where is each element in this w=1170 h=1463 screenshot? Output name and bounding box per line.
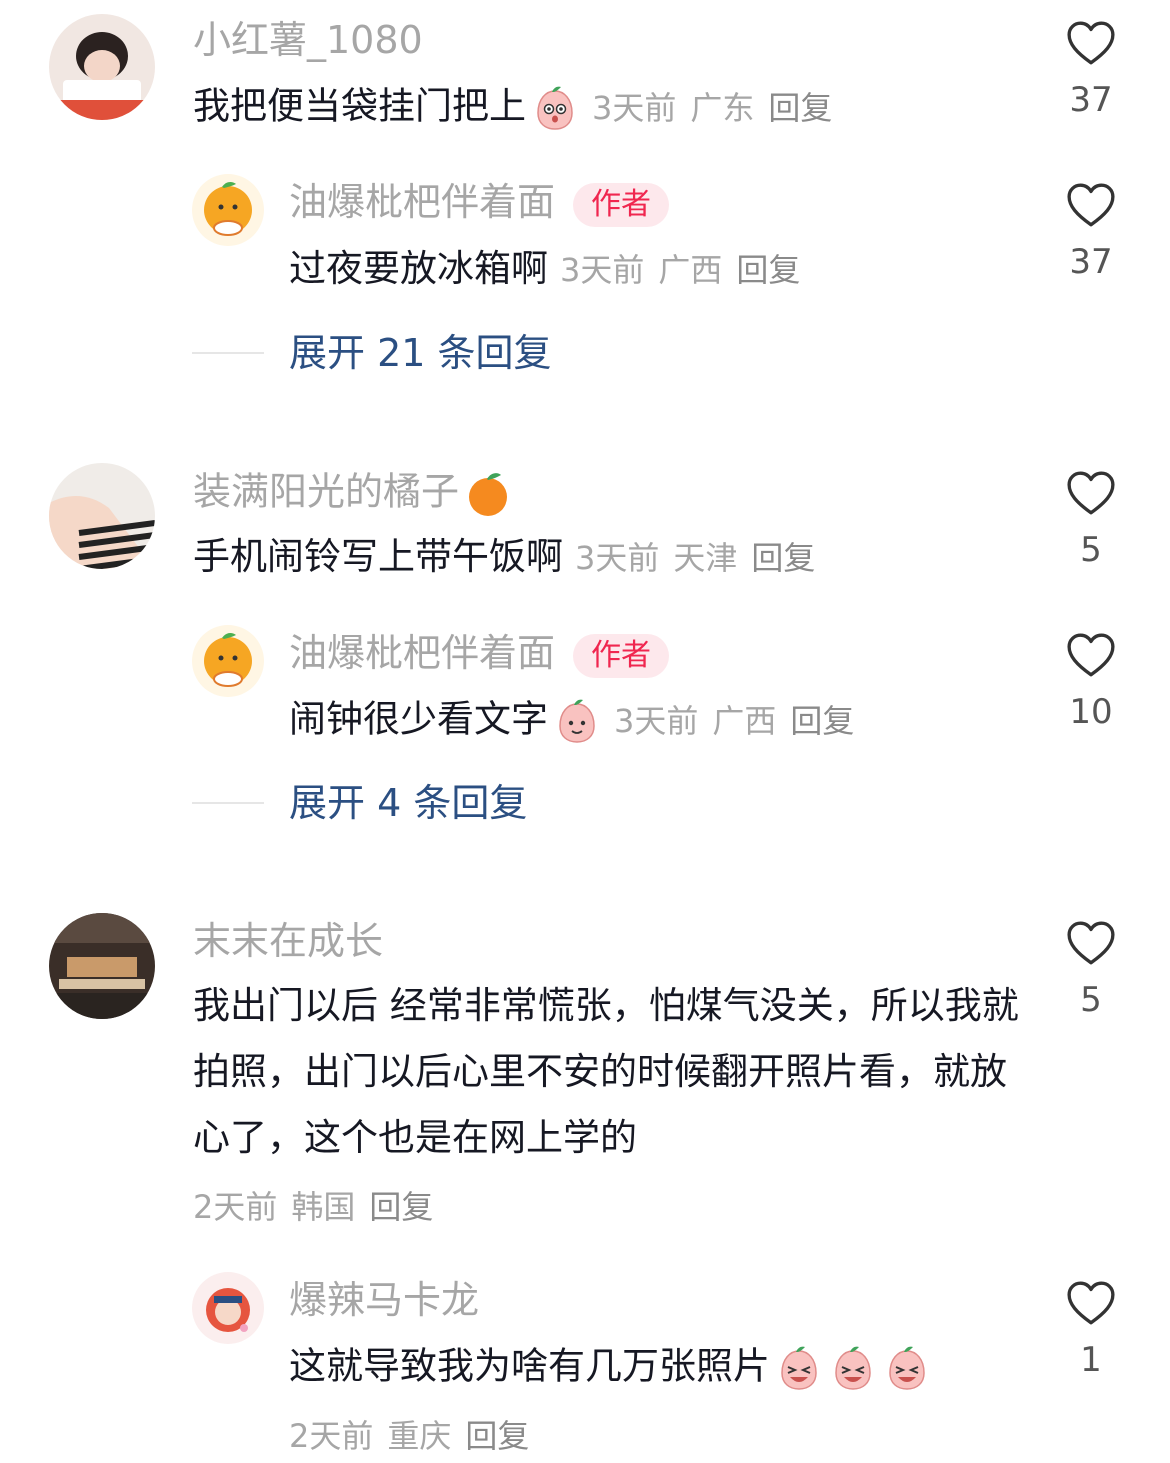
avatar[interactable] <box>192 174 264 246</box>
heart-outline-icon <box>1066 920 1116 966</box>
comment-body: 我把便当袋挂门把上 <box>193 84 526 128</box>
avatar[interactable] <box>49 463 155 569</box>
reply-username-text: 油爆枇杷伴着面 <box>289 631 556 675</box>
reply-username[interactable]: 油爆枇杷伴着面 作者 <box>289 180 670 227</box>
comment-username-text: 装满阳光的橘子 <box>193 469 460 514</box>
like-button[interactable]: 37 <box>1062 182 1120 282</box>
expand-replies-label: 展开 21 条回复 <box>289 331 552 375</box>
heart-outline-icon <box>1066 470 1116 516</box>
laughing-emoji-icon <box>828 1343 878 1393</box>
like-button[interactable]: 37 <box>1062 20 1120 120</box>
reply-username[interactable]: 爆辣马卡龙 <box>289 1278 479 1322</box>
reply-time: 3天前 <box>560 251 645 289</box>
reply-body: 闹钟很少看文字 <box>289 697 548 741</box>
reply-button[interactable]: 回复 <box>790 702 854 740</box>
author-badge: 作者 <box>573 182 670 227</box>
comment-time: 3天前 <box>592 88 677 127</box>
reply-text: 闹钟很少看文字 3天前 广西 回复 <box>289 696 868 746</box>
orange-emoji-icon <box>469 473 508 516</box>
comment-meta: 2天前 韩国 回复 <box>193 1187 447 1227</box>
divider <box>192 352 264 354</box>
like-count: 37 <box>1069 242 1113 282</box>
comment-body: 手机闹铃写上带午饭啊 <box>193 535 563 578</box>
comment-username[interactable]: 小红薯_1080 <box>193 18 423 62</box>
like-button[interactable]: 1 <box>1062 1280 1120 1380</box>
reply-meta: 3天前 广西 回复 <box>614 702 868 740</box>
comment-time: 3天前 <box>575 539 660 577</box>
reply-username[interactable]: 油爆枇杷伴着面 作者 <box>289 631 670 678</box>
reply-username-text: 油爆枇杷伴着面 <box>289 180 556 224</box>
heart-outline-icon <box>1066 1280 1116 1326</box>
comment-location: 天津 <box>673 539 738 577</box>
heart-outline-icon <box>1066 632 1116 678</box>
like-count: 5 <box>1080 980 1102 1020</box>
like-count: 1 <box>1080 1340 1102 1380</box>
reply-button[interactable]: 回复 <box>736 251 800 289</box>
reply-location: 广西 <box>712 701 777 740</box>
reply-location: 广西 <box>658 251 723 289</box>
comment-time: 2天前 <box>193 1188 278 1226</box>
laughing-emoji-icon <box>882 1343 932 1393</box>
author-badge: 作者 <box>573 633 670 678</box>
reply-body: 过夜要放冰箱啊 <box>289 247 548 290</box>
reply-location: 重庆 <box>387 1417 452 1455</box>
comment-username[interactable]: 末末在成长 <box>193 919 383 963</box>
peach-emoji-icon <box>530 83 580 133</box>
reply-button[interactable]: 回复 <box>768 89 832 127</box>
comment-location: 广东 <box>690 88 755 127</box>
reply-time: 2天前 <box>289 1417 374 1455</box>
avatar[interactable] <box>192 625 264 697</box>
avatar[interactable] <box>49 913 155 1019</box>
reply-button[interactable]: 回复 <box>751 539 815 577</box>
divider <box>192 802 264 804</box>
reply-body: 这就导致我为啥有几万张照片 <box>289 1344 770 1388</box>
expand-replies-label: 展开 4 条回复 <box>289 781 528 825</box>
comment-location: 韩国 <box>291 1188 356 1226</box>
comment-meta: 3天前 天津 回复 <box>575 539 829 577</box>
heart-outline-icon <box>1066 182 1116 228</box>
comment-meta: 3天前 广东 回复 <box>592 89 846 127</box>
laughing-emoji-icon <box>774 1343 824 1393</box>
reply-text: 这就导致我为啥有几万张照片 <box>289 1343 932 1393</box>
comment-text: 我把便当袋挂门把上 3天前 广东 回复 <box>193 83 846 133</box>
reply-text: 过夜要放冰箱啊 3天前 广西 回复 <box>289 246 814 293</box>
avatar[interactable] <box>49 14 155 120</box>
reply-button[interactable]: 回复 <box>465 1417 529 1455</box>
like-button[interactable]: 5 <box>1062 920 1120 1020</box>
like-button[interactable]: 10 <box>1062 632 1120 732</box>
reply-meta: 3天前 广西 回复 <box>560 251 814 289</box>
like-count: 5 <box>1080 530 1102 570</box>
like-count: 10 <box>1069 692 1113 732</box>
comment-text: 手机闹铃写上带午饭啊 3天前 天津 回复 <box>193 534 829 581</box>
like-count: 37 <box>1069 80 1113 120</box>
comment-text: 我出门以后 经常非常慌张，怕煤气没关，所以我就拍照，出门以后心里不安的时候翻开照… <box>193 984 1019 1159</box>
reply-time: 3天前 <box>614 701 699 740</box>
comment-username[interactable]: 装满阳光的橘子 <box>193 469 513 519</box>
heart-outline-icon <box>1066 20 1116 66</box>
like-button[interactable]: 5 <box>1062 470 1120 570</box>
peach-emoji-icon <box>552 696 602 746</box>
avatar[interactable] <box>192 1272 264 1344</box>
reply-button[interactable]: 回复 <box>369 1188 433 1226</box>
reply-meta: 2天前 重庆 回复 <box>289 1416 543 1456</box>
